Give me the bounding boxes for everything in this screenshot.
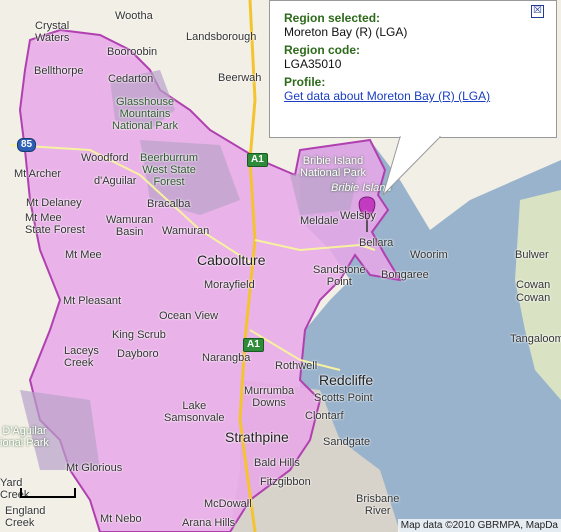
place-label: Crystal Waters (35, 20, 70, 44)
place-label: Lake Samsonvale (164, 400, 225, 424)
place-label: Redcliffe (319, 372, 374, 388)
place-label: Bribie Island National Park (300, 155, 367, 179)
place-label: Mt Archer (14, 168, 62, 180)
place-label: Strathpine (225, 429, 289, 445)
place-label: McDowall (204, 498, 252, 510)
info-window: ☒ Region selected: Moreton Bay (R) (LGA)… (269, 0, 557, 138)
place-label: Fitzgibbon (260, 476, 311, 488)
place-label: Beerwah (218, 72, 262, 84)
place-label: Wamuran (162, 225, 210, 237)
place-label: Mt Mee State Forest (25, 212, 85, 236)
place-label: Scotts Point (314, 392, 373, 404)
place-label: Sandstone Point (313, 264, 366, 288)
place-label: Meldale (300, 215, 339, 227)
place-label: Brisbane River (356, 493, 400, 517)
motorway-shield: 85 (17, 138, 37, 152)
place-label: Arana Hills (182, 517, 236, 529)
place-label: Caboolture (197, 252, 266, 268)
place-label: Mt Nebo (100, 513, 142, 525)
highway-shield: A1 (243, 338, 264, 352)
place-label: Wootha (115, 10, 153, 22)
place-label: England Creek (5, 505, 46, 529)
place-label: Mt Mee (65, 249, 102, 261)
place-label: Ocean View (159, 310, 219, 322)
place-label: Clontarf (305, 410, 344, 422)
place-label: D'Aguilar ional Park (0, 425, 49, 449)
region-code-value: LGA35010 (284, 57, 342, 71)
place-label: Beerburrum West State Forest (140, 152, 199, 188)
place-label: Bracalba (147, 198, 191, 210)
region-selected-value: Moreton Bay (R) (LGA) (284, 25, 408, 39)
place-label: Bellthorpe (34, 65, 84, 77)
place-label: Woorim (410, 249, 448, 261)
place-label: Murrumba Downs (244, 385, 295, 409)
place-label: Bellara (359, 237, 394, 249)
place-label: Cedarton (108, 73, 154, 85)
place-label: Bald Hills (254, 457, 300, 469)
place-label: Rothwell (275, 360, 318, 372)
place-label: Narangba (202, 352, 251, 364)
place-label: Bulwer (515, 249, 549, 261)
map-attribution: Map data ©2010 GBRMPA, MapDa (397, 519, 561, 532)
region-selected-label: Region selected: (284, 11, 381, 25)
place-label: Landsborough (186, 31, 257, 43)
place-label: Welsby (340, 210, 376, 222)
place-label: Cowan (516, 279, 551, 291)
highway-shield: A1 (247, 153, 268, 167)
place-label: Mt Pleasant (63, 295, 122, 307)
close-icon[interactable]: ☒ (531, 5, 544, 18)
profile-link[interactable]: Get data about Moreton Bay (R) (LGA) (284, 89, 490, 103)
place-label: Bongaree (381, 269, 429, 281)
place-label: Cowan (516, 292, 551, 304)
place-label: Tangalooma (510, 333, 561, 345)
profile-label: Profile: (284, 75, 326, 89)
scale-bar (20, 488, 76, 498)
place-label: Laceys Creek (64, 345, 99, 369)
place-label: Sandgate (323, 436, 371, 448)
place-label: Dayboro (117, 348, 159, 360)
map-canvas[interactable]: Wootha Crystal Waters Landsborough Booro… (0, 0, 561, 532)
place-label: d'Aguilar (94, 175, 137, 187)
place-label: King Scrub (112, 329, 166, 341)
place-label: Woodford (81, 152, 129, 164)
place-label: Morayfield (204, 279, 255, 291)
place-label: Mt Glorious (66, 462, 123, 474)
place-label: Glasshouse Mountains National Park (112, 96, 179, 132)
place-label: Mt Delaney (26, 197, 82, 209)
place-label: Bribie Island (331, 182, 392, 194)
place-label: Wamuran Basin (106, 214, 154, 238)
region-code-label: Region code: (284, 43, 361, 57)
place-label: Booroobin (107, 46, 158, 58)
